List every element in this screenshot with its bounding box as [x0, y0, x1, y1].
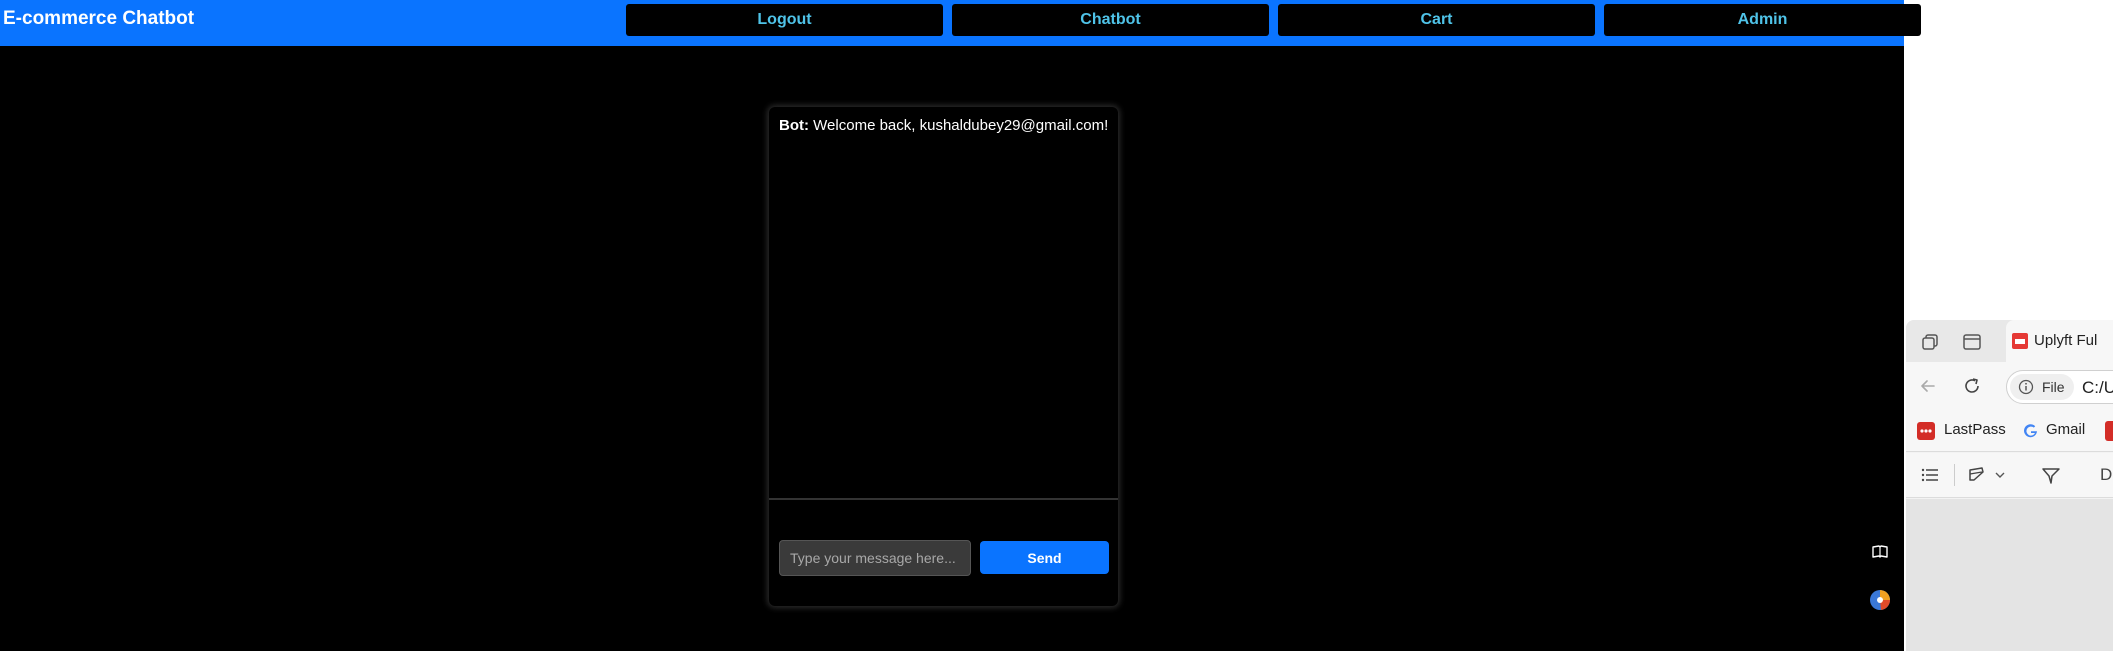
file-label: File	[2042, 379, 2065, 395]
url-text[interactable]: C:/U	[2082, 378, 2113, 398]
tab-title: Uplyft Ful	[2034, 332, 2098, 349]
cart-button[interactable]: Cart	[1278, 4, 1595, 36]
list-icon[interactable]	[1920, 465, 1940, 485]
chat-message: Bot: Welcome back, kushaldubey29@gmail.c…	[779, 117, 1108, 135]
draw-icon[interactable]	[2040, 464, 2062, 486]
bookmark-overflow[interactable]	[2105, 421, 2113, 441]
chat-panel: Bot: Welcome back, kushaldubey29@gmail.c…	[769, 107, 1118, 606]
reload-icon[interactable]	[1962, 376, 1982, 396]
side-browser-window: Uplyft Ful File C:/U LastPass Gmail D	[1906, 320, 2113, 651]
bookmark-gmail[interactable]: Gmail	[2046, 421, 2085, 438]
toolbar-label: D	[2100, 465, 2113, 484]
chevron-down-icon[interactable]	[1994, 469, 2006, 481]
back-arrow-icon[interactable]	[1918, 376, 1938, 396]
extension-icon[interactable]	[1869, 589, 1891, 611]
highlighter-icon[interactable]	[1966, 464, 1988, 486]
pdf-content-area[interactable]	[1906, 499, 2113, 651]
tab-layout-icon[interactable]	[1962, 332, 1982, 352]
lastpass-icon	[1917, 422, 1935, 440]
admin-button[interactable]: Admin	[1604, 4, 1921, 36]
toolbar-divider	[1954, 464, 1955, 486]
message-sender: Bot:	[779, 117, 809, 134]
copy-tabs-icon[interactable]	[1920, 332, 1940, 352]
info-icon	[2018, 379, 2034, 395]
chatbot-button[interactable]: Chatbot	[952, 4, 1269, 36]
bookmark-lastpass[interactable]: LastPass	[1944, 421, 2006, 438]
message-input[interactable]	[779, 540, 971, 576]
google-icon	[2024, 424, 2037, 438]
message-text: Welcome back, kushaldubey29@gmail.com!	[813, 117, 1109, 134]
book-icon[interactable]	[1871, 543, 1889, 561]
brand-title: E-commerce Chatbot	[3, 8, 195, 29]
logout-button[interactable]: Logout	[626, 4, 943, 36]
chatbot-app: E-commerce Chatbot Logout Chatbot Cart A…	[0, 0, 1921, 651]
chat-messages: Bot: Welcome back, kushaldubey29@gmail.c…	[769, 107, 1118, 500]
navbar: E-commerce Chatbot Logout Chatbot Cart A…	[0, 0, 1921, 46]
pdf-icon	[2012, 333, 2028, 349]
send-button[interactable]: Send	[980, 541, 1109, 574]
